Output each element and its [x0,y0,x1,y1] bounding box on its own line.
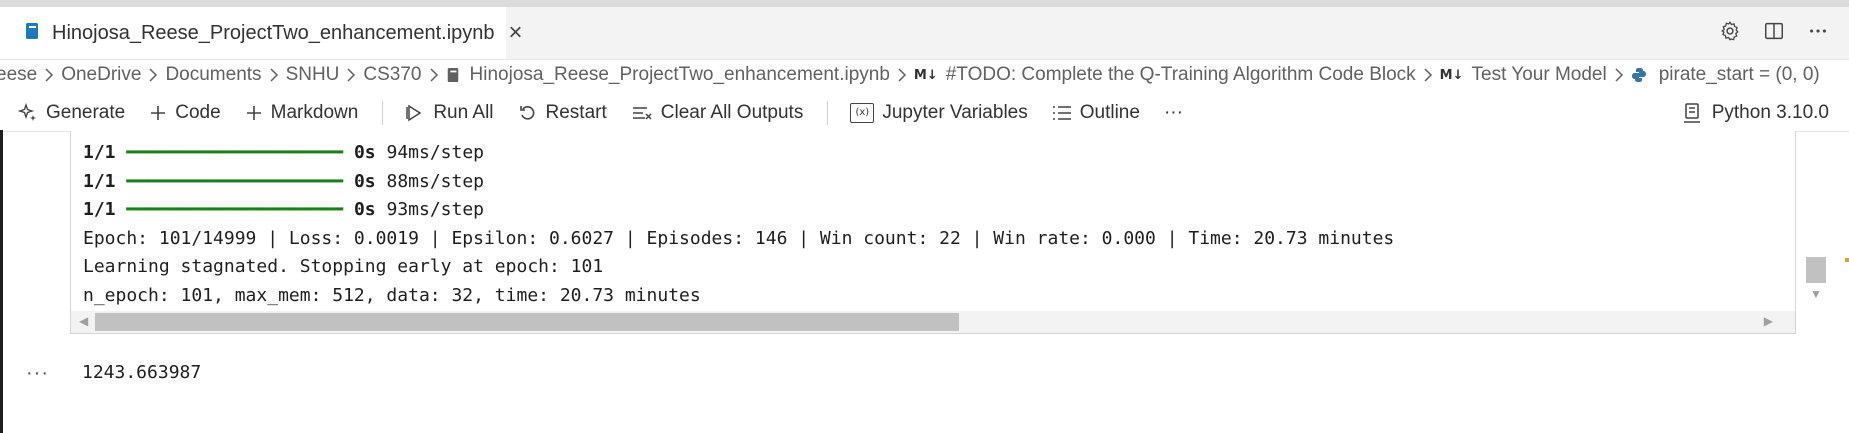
outline-label: Outline [1079,101,1140,123]
breadcrumb-item-notebook[interactable]: Hinojosa_Reese_ProjectTwo_enhancement.ip… [446,64,890,86]
chevron-right-icon [1614,68,1624,82]
toolbar-divider [382,100,384,125]
notebook-icon [24,22,40,45]
breadcrumb-item-user[interactable]: eese [0,64,37,86]
breadcrumb: eese OneDrive Documents SNHU CS370 Hinoj… [0,60,1849,94]
chevron-right-icon [269,68,279,82]
clear-outputs-label: Clear All Outputs [660,101,804,123]
notebook-tab[interactable]: Hinojosa_Reese_ProjectTwo_enhancement.ip… [0,7,523,59]
markdown-icon: M↓ [1439,67,1464,83]
scroll-down-icon[interactable]: ▼ [1810,287,1822,301]
run-all-label: Run All [433,101,494,123]
chevron-right-icon [346,68,356,82]
kernel-picker[interactable]: Python 3.10.0 [1682,94,1829,131]
notebook-icon [446,67,460,83]
markdown-icon: M↓ [913,67,938,83]
clear-outputs-icon [631,103,653,123]
cell-output: 1/1 ━━━━━━━━━━━━━━━━━━━━ 0s 94ms/step 1/… [70,131,1796,334]
epoch-line: Epoch: 101/14999 | Loss: 0.0019 | Epsilo… [83,227,1395,249]
tab-title: Hinojosa_Reese_ProjectTwo_enhancement.ip… [52,21,495,44]
close-icon[interactable]: × [509,21,523,45]
cell-output-menu-icon[interactable]: ··· [26,362,49,385]
chevron-right-icon [429,68,439,82]
breadcrumb-todo-label: #TODO: Complete the Q-Training Algorithm… [945,64,1416,85]
kernel-icon [1682,102,1702,124]
breadcrumb-item-cs370[interactable]: CS370 [363,64,421,86]
breadcrumb-item-markdown-test[interactable]: M↓ Test Your Model [1440,64,1607,86]
restart-label: Restart [545,101,607,123]
notebook-toolbar: Generate Code Markdown Run All Restart C… [0,94,1849,132]
breadcrumb-item-markdown-todo[interactable]: M↓ #TODO: Complete the Q-Training Algori… [914,64,1416,86]
vertical-scroll-thumb[interactable] [1806,257,1826,283]
progress-line: 1/1 ━━━━━━━━━━━━━━━━━━━━ 0s 94ms/step [83,142,485,163]
python-icon [1631,67,1647,83]
chevron-right-icon [897,68,907,82]
add-code-button[interactable]: Code [149,101,221,124]
sparkle-icon [18,102,38,123]
progress-bar: ━━━━━━━━━━━━━━━━━━━━ [126,170,344,192]
horizontal-scrollbar[interactable]: ◀ ▶ [71,311,1795,333]
breadcrumb-item-documents[interactable]: Documents [165,64,261,86]
plus-icon [149,104,167,122]
split-editor-icon[interactable] [1763,20,1785,47]
horizontal-scroll-thumb[interactable] [95,313,959,331]
generate-label: Generate [46,101,126,123]
window-top-strip [0,0,1849,7]
editor-tab-bar: Hinojosa_Reese_ProjectTwo_enhancement.ip… [0,7,1849,60]
outline-icon [1052,104,1072,122]
tab-actions [1719,7,1829,59]
progress-line: 1/1 ━━━━━━━━━━━━━━━━━━━━ 0s 93ms/step [83,199,485,220]
breadcrumb-item-onedrive[interactable]: OneDrive [61,64,141,86]
code-label: Code [175,101,221,123]
plus-icon [245,104,263,122]
run-all-button[interactable]: Run All [405,101,494,124]
kernel-label: Python 3.10.0 [1711,101,1829,123]
variables-icon: (x) [850,102,875,123]
restart-button[interactable]: Restart [518,102,607,124]
progress-bar: ━━━━━━━━━━━━━━━━━━━━ [126,142,344,163]
breadcrumb-test-label: Test Your Model [1471,64,1607,85]
progress-line: 1/1 ━━━━━━━━━━━━━━━━━━━━ 0s 88ms/step [83,170,485,192]
cell-result: 1243.663987 [82,362,202,383]
more-actions-icon[interactable] [1807,20,1829,47]
jupyter-variables-button[interactable]: (x) Jupyter Variables [850,101,1028,124]
output-text: 1/1 ━━━━━━━━━━━━━━━━━━━━ 0s 94ms/step 1/… [83,139,1394,310]
run-all-icon [405,103,425,123]
gear-icon[interactable] [1719,20,1741,47]
toolbar-divider [827,100,829,125]
variables-label: Jupyter Variables [882,101,1028,123]
markdown-label: Markdown [270,101,359,123]
breadcrumb-item-code-symbol[interactable]: pirate_start = (0, 0) [1631,64,1820,86]
overview-ruler-mark [1845,258,1849,262]
chevron-right-icon [1423,68,1433,82]
clear-all-outputs-button[interactable]: Clear All Outputs [631,101,804,124]
restart-icon [518,103,538,123]
outline-button[interactable]: Outline [1052,102,1140,124]
breadcrumb-symbol-label: pirate_start = (0, 0) [1658,64,1820,85]
progress-bar: ━━━━━━━━━━━━━━━━━━━━ [126,199,344,220]
chevron-right-icon [44,68,54,82]
window-left-edge [0,130,3,433]
scroll-left-icon[interactable]: ◀ [79,314,88,328]
add-markdown-button[interactable]: Markdown [245,101,359,124]
stagnated-line: Learning stagnated. Stopping early at ep… [83,256,604,277]
more-toolbar-icon[interactable]: ··· [1164,102,1183,124]
chevron-right-icon [148,68,158,82]
summary-line: n_epoch: 101, max_mem: 512, data: 32, ti… [83,284,701,306]
breadcrumb-item-snhu[interactable]: SNHU [286,64,340,86]
generate-button[interactable]: Generate [18,102,125,124]
scroll-right-icon[interactable]: ▶ [1764,314,1773,328]
breadcrumb-notebook-label: Hinojosa_Reese_ProjectTwo_enhancement.ip… [469,64,890,85]
